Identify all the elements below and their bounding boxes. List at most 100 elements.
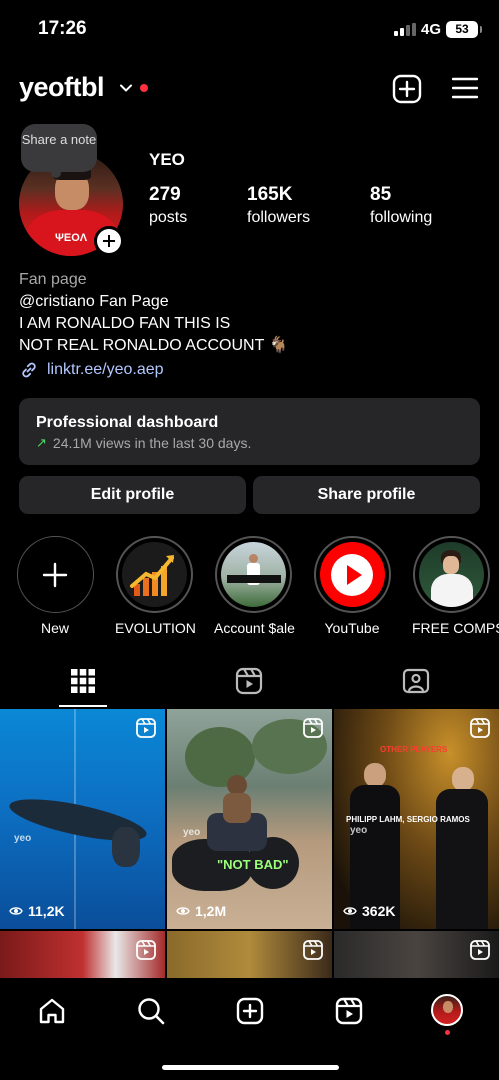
professional-dashboard[interactable]: Professional dashboard ↗ 24.1M views in … — [19, 398, 480, 465]
bio-link[interactable]: linktr.ee/yeo.aep — [19, 359, 479, 381]
signal-icon — [394, 23, 416, 36]
home-icon[interactable] — [37, 996, 67, 1026]
stat-posts[interactable]: 279 posts — [149, 184, 187, 227]
create-icon[interactable] — [392, 74, 422, 104]
highlight-label: FREE COMPS — [412, 620, 499, 636]
highlight-ring — [412, 536, 490, 613]
profile-notification-dot — [445, 1030, 450, 1035]
profile-tabs — [0, 660, 499, 708]
view-count-text: 11,2K — [28, 903, 65, 919]
bio-link-text[interactable]: linktr.ee/yeo.aep — [47, 359, 164, 381]
reels-icon[interactable] — [234, 666, 264, 696]
bio-line: NOT REAL RONALDO ACCOUNT 🐐 — [19, 337, 289, 354]
tagged-icon[interactable] — [401, 666, 431, 696]
growth-chart-icon — [129, 555, 174, 596]
avatar-shirt-text: ΨEOΛ — [55, 232, 88, 244]
post-top-caption: OTHER PLAYERS — [380, 745, 448, 754]
highlight-ring — [214, 536, 292, 613]
highlight-ring — [313, 536, 391, 613]
reels-badge-icon — [136, 718, 156, 738]
trend-up-icon: ↗ — [36, 435, 47, 450]
share-profile-button[interactable]: Share profile — [253, 476, 480, 514]
bio-line: I AM RONALDO FAN THIS IS — [19, 315, 231, 332]
eye-icon — [176, 907, 190, 915]
highlight-free-comps[interactable]: FREE COMPS — [412, 536, 499, 636]
watermark: yeo — [14, 833, 32, 844]
stat-label: followers — [247, 209, 311, 226]
reels-badge-icon — [303, 718, 323, 738]
highlight-thumb — [220, 542, 286, 607]
view-count-text: 362K — [362, 903, 396, 919]
watermark: yeo — [350, 825, 368, 836]
watermark: yeo — [183, 827, 201, 838]
bio-line[interactable]: @cristiano Fan Page — [19, 291, 479, 313]
view-count: 362K — [343, 903, 395, 919]
stat-followers[interactable]: 165K followers — [247, 184, 310, 227]
search-icon[interactable] — [136, 996, 166, 1026]
stat-label: posts — [149, 209, 188, 226]
stat-following[interactable]: 85 following — [370, 184, 432, 227]
view-count-text: 1,2M — [195, 903, 227, 919]
stat-value: 279 — [149, 184, 181, 205]
username[interactable]: yeoftbl — [19, 72, 105, 103]
post-tile[interactable]: yeo 11,2K — [0, 709, 165, 929]
view-count: 1,2M — [176, 903, 226, 919]
dashboard-subtitle: 24.1M views in the last 30 days. — [52, 435, 252, 451]
view-count: 11,2K — [9, 903, 65, 919]
dashboard-subtitle-row: ↗ 24.1M views in the last 30 days. — [36, 435, 463, 451]
highlight-thumb — [418, 542, 484, 607]
status-bar: 17:26 4G 53 — [0, 0, 499, 60]
post-tile[interactable]: yeo "NOT BAD" 1,2M — [167, 709, 332, 929]
youtube-icon — [331, 553, 373, 596]
link-icon — [22, 362, 36, 378]
home-indicator[interactable] — [162, 1065, 339, 1070]
grid-icon[interactable] — [68, 666, 98, 696]
highlight-ring — [16, 536, 94, 613]
reels-nav-icon[interactable] — [334, 996, 364, 1026]
post-tile[interactable] — [167, 931, 332, 978]
post-tile[interactable] — [334, 931, 499, 978]
stat-value: 85 — [370, 184, 392, 205]
highlight-youtube[interactable]: YouTube — [313, 536, 391, 636]
highlight-evolution[interactable]: EVOLUTION — [115, 536, 196, 636]
network-label: 4G — [421, 21, 442, 38]
dashboard-title: Professional dashboard — [36, 414, 219, 431]
highlight-new[interactable]: New — [16, 536, 94, 636]
profile-nav-avatar[interactable] — [431, 994, 463, 1026]
active-tab-indicator — [59, 705, 107, 707]
eye-icon — [9, 907, 23, 915]
highlight-label: New — [40, 620, 69, 636]
highlight-thumb — [121, 542, 187, 607]
bio: Fan page @cristiano Fan Page I AM RONALD… — [19, 269, 479, 381]
add-story-button[interactable] — [94, 226, 124, 256]
stat-label: following — [370, 209, 433, 226]
highlight-label: EVOLUTION — [115, 620, 196, 636]
post-caption: "NOT BAD" — [217, 857, 289, 872]
highlight-thumb-caption — [226, 575, 281, 583]
highlight-thumb — [319, 542, 385, 607]
chevron-down-icon[interactable] — [120, 82, 132, 94]
post-caption: PHILIPP LAHM, SERGIO RAMOS — [346, 815, 470, 824]
plus-icon — [42, 562, 68, 587]
highlight-ring — [115, 536, 193, 613]
profile-header: yeoftbl — [0, 68, 499, 112]
status-time: 17:26 — [38, 18, 87, 39]
notification-dot — [140, 84, 148, 92]
eye-icon — [343, 907, 357, 915]
battery-icon: 53 — [446, 21, 482, 38]
share-note-bubble[interactable]: Share a note — [21, 124, 97, 178]
reels-badge-icon — [470, 718, 490, 738]
reels-badge-icon — [136, 940, 156, 960]
highlight-label: Account $ale — [214, 620, 295, 636]
menu-icon[interactable] — [452, 76, 478, 100]
reels-badge-icon — [470, 940, 490, 960]
post-tile[interactable]: OTHER PLAYERS PHILIPP LAHM, SERGIO RAMOS… — [334, 709, 499, 929]
display-name: YEO — [149, 150, 185, 169]
edit-profile-button[interactable]: Edit profile — [19, 476, 246, 514]
stat-value: 165K — [247, 184, 293, 205]
create-post-icon[interactable] — [235, 996, 265, 1026]
highlight-account-sale[interactable]: Account $ale — [214, 536, 295, 636]
highlight-label: YouTube — [324, 620, 380, 636]
bio-category: Fan page — [19, 271, 87, 288]
post-tile[interactable] — [0, 931, 165, 978]
